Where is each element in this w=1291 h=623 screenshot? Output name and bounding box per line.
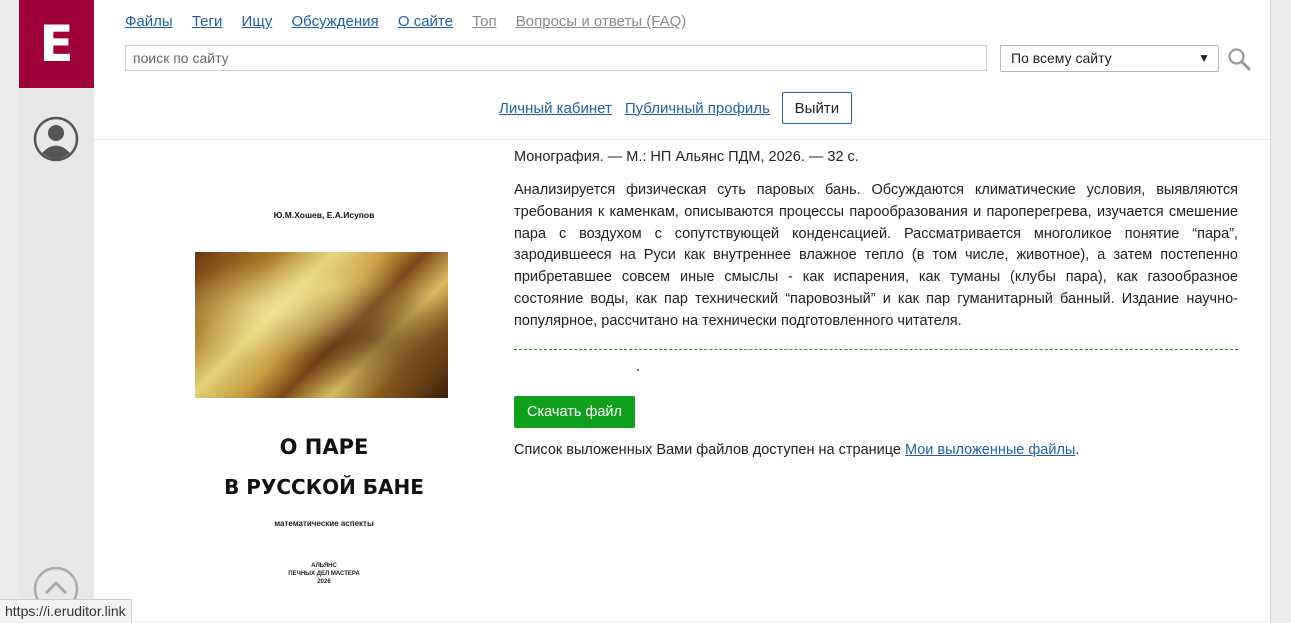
search-scope-select[interactable]: По всему сайту ▼	[1000, 45, 1219, 72]
status-bar-url: https://i.eruditor.link	[0, 599, 132, 623]
cover-publisher: АЛЬЯНС ПЕЧНЫХ ДЕЛ МАСТЕРА 2026	[190, 562, 458, 586]
nav-discussions[interactable]: Обсуждения	[292, 13, 379, 30]
my-files-link[interactable]: Мои выложенные файлы	[905, 442, 1075, 458]
uploaded-files-note: Список выложенных Вами файлов доступен н…	[514, 442, 1079, 458]
cover-title-line2: В РУССКОЙ БАНЕ	[224, 475, 424, 499]
cover-title-line1: О ПАРЕ	[279, 435, 369, 459]
header-divider	[94, 139, 1270, 140]
search-scope-value: По всему сайту	[1011, 50, 1112, 66]
dashed-divider	[514, 349, 1238, 350]
top-nav: Файлы Теги Ищу Обсуждения О сайте Топ Во…	[125, 13, 701, 30]
nav-wanted[interactable]: Ищу	[242, 13, 273, 30]
right-gutter	[1270, 0, 1291, 622]
files-note-text: Список выложенных Вами файлов доступен н…	[514, 442, 905, 458]
account-links: Личный кабинет Публичный профиль Выйти	[499, 92, 852, 124]
cover-subtitle: математические аспекты	[274, 519, 374, 528]
cover-publisher-line2: ПЕЧНЫХ ДЕЛ МАСТЕРА	[288, 571, 360, 577]
chevron-down-icon: ▼	[1198, 51, 1210, 65]
search-icon[interactable]	[1227, 47, 1251, 71]
user-avatar-icon[interactable]	[33, 116, 79, 162]
dot-divider	[637, 369, 639, 371]
nav-about[interactable]: О сайте	[398, 13, 453, 30]
nav-tags[interactable]: Теги	[192, 13, 223, 30]
cover-publisher-line1: АЛЬЯНС	[311, 563, 337, 569]
cover-authors: Ю.М.Хошев, Е.А.Исупов	[273, 210, 375, 220]
book-cover[interactable]: Ю.М.Хошев, Е.А.Исупов О ПАРЕ В РУССКОЙ Б…	[190, 195, 458, 605]
cover-illustration	[195, 252, 448, 398]
public-profile-link[interactable]: Публичный профиль	[625, 100, 770, 117]
logout-button[interactable]: Выйти	[781, 92, 852, 124]
nav-files[interactable]: Файлы	[125, 13, 173, 30]
bibliographic-info: Монография. — М.: НП Альянс ПДМ, 2026. —…	[514, 149, 859, 165]
cover-year: 2026	[317, 579, 331, 585]
search-input[interactable]	[125, 45, 987, 71]
left-rail	[19, 0, 94, 622]
nav-faq[interactable]: Вопросы и ответы (FAQ)	[516, 13, 687, 30]
personal-cabinet-link[interactable]: Личный кабинет	[499, 100, 612, 117]
files-note-end: .	[1075, 442, 1080, 458]
download-button[interactable]: Скачать файл	[514, 396, 635, 428]
site-logo[interactable]: E	[19, 0, 94, 88]
nav-top[interactable]: Топ	[472, 13, 496, 30]
book-annotation: Анализируется физическая суть паровых ба…	[514, 182, 1238, 329]
